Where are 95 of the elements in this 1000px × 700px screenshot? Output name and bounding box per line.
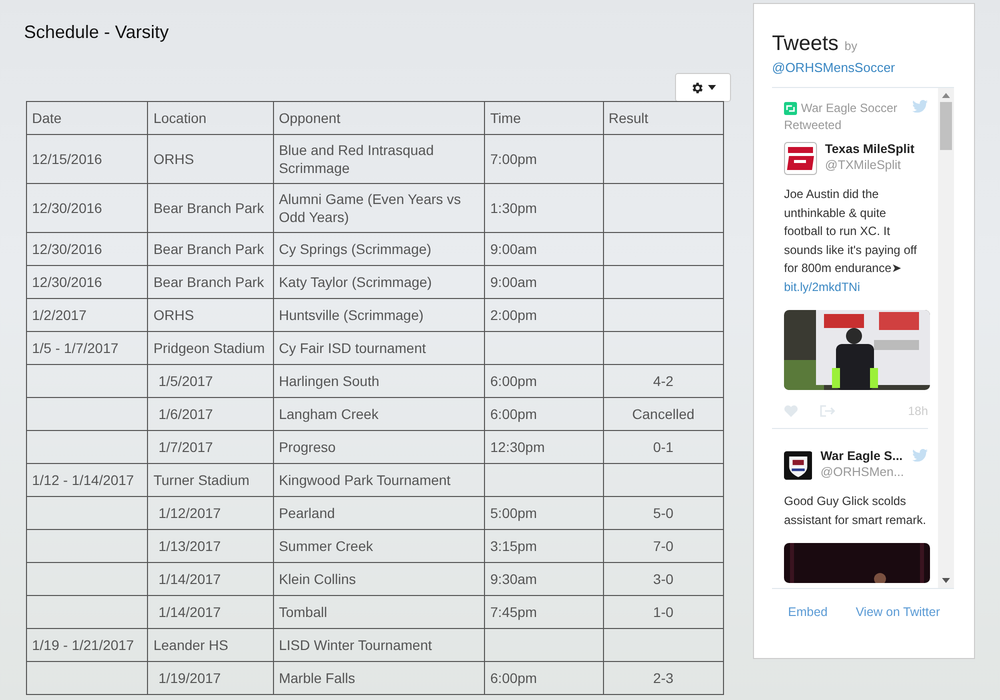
author-name[interactable]: War Eagle S... [820, 449, 904, 463]
table-cell: Cy Springs (Scrimmage) [278, 241, 432, 257]
table-cell: Cy Fair ISD tournament [278, 340, 426, 356]
heart-icon[interactable] [784, 405, 798, 417]
table-cell: 1/2/2017 [32, 307, 86, 323]
by-label: by [844, 39, 858, 53]
shield-logo-icon [784, 449, 812, 482]
table-cell: Huntsville (Scrimmage) [278, 307, 424, 323]
table-cell: Summer Creek [278, 538, 373, 554]
scrollbar[interactable] [938, 88, 954, 588]
tweet-text: Good Guy Glick scolds assistant for smart remark. [784, 493, 928, 528]
table-cell: 7:45pm [490, 604, 537, 620]
table-cell: 5-0 [653, 505, 674, 521]
table-cell: 6:00pm [490, 670, 537, 686]
footer-link[interactable]: Embed [788, 605, 828, 619]
table-cell: ORHS [153, 307, 194, 323]
table-cell: 2-3 [653, 670, 674, 686]
column-header: Result [603, 102, 724, 134]
table-cell: 1/12 - 1/14/2017 [32, 472, 134, 488]
table-cell: 1/14/2017 [158, 571, 221, 587]
table-cell: Bear Branch Park [153, 200, 264, 216]
table-cell: Klein Collins [278, 571, 356, 587]
table-cell: Bear Branch Park [153, 241, 264, 257]
table-cell: Langham Creek [278, 406, 378, 422]
widget-title: Tweets [772, 32, 839, 56]
table-cell: 1/19 - 1/21/2017 [32, 637, 134, 653]
table-cell: 1/14/2017 [158, 604, 221, 620]
table-cell: 7:00pm [490, 151, 537, 167]
table-cell: Turner Stadium [153, 472, 250, 488]
table-cell: 9:30am [490, 571, 537, 587]
table-cell: 9:00am [490, 241, 537, 257]
table-cell: Blue and Red Intrasquad Scrimmage [278, 142, 434, 176]
table-cell: Pearland [278, 505, 335, 521]
table-cell: 12/30/2016 [32, 241, 102, 257]
table-cell: 9:00am [490, 274, 537, 290]
table-cell: 12/30/2016 [32, 200, 102, 216]
table-cell: 5:00pm [490, 505, 537, 521]
table-cell: ORHS [153, 151, 194, 167]
author-name[interactable]: Texas MileSplit [825, 142, 914, 156]
footer-link[interactable]: View on Twitter [856, 605, 940, 619]
retweeted-by: War Eagle Soccer [801, 100, 898, 117]
column-header: Location [148, 102, 274, 134]
table-cell: 2:00pm [490, 307, 537, 323]
table-cell: 1/13/2017 [158, 538, 221, 554]
author-handle[interactable]: @TXMileSplit [825, 158, 914, 172]
table-cell: Kingwood Park Tournament [278, 472, 451, 488]
logo-icon [784, 142, 817, 175]
page-title: Schedule - Varsity [24, 22, 170, 43]
table-cell: 1/12/2017 [158, 505, 221, 521]
table-cell: Progreso [278, 439, 336, 455]
bird-icon [912, 449, 928, 462]
retweet-icon [784, 102, 797, 115]
table-cell: 3-0 [653, 571, 674, 587]
table-cell: 0-1 [653, 439, 674, 455]
table-cell: 1/19/2017 [158, 670, 221, 686]
author-handle[interactable]: @ORHSMen... [820, 465, 904, 479]
table-cell: Harlingen South [278, 373, 380, 389]
caret-icon [708, 85, 716, 90]
column-header: Opponent [273, 102, 485, 134]
column-header: Time [484, 102, 604, 134]
table-cell: 12/15/2016 [32, 151, 102, 167]
table-cell: Pridgeon Stadium [153, 340, 265, 356]
table-cell: 6:00pm [490, 406, 537, 422]
table-cell: 1/6/2017 [158, 406, 213, 422]
bird-icon [912, 100, 928, 113]
table-cell: 12/30/2016 [32, 274, 102, 290]
table-cell: Cancelled [632, 406, 694, 422]
column-header: Date [26, 102, 148, 134]
table-cell: Tomball [278, 604, 328, 620]
retweeted-label: Retweeted [784, 118, 842, 132]
table-cell: 6:00pm [490, 373, 537, 389]
account-link[interactable]: @ORHSMensSoccer [772, 60, 954, 75]
table-cell: Alumni Game (Even Years vs Odd Years) [278, 191, 461, 225]
table-cell: 4-2 [653, 373, 674, 389]
scroll-thumb[interactable] [940, 102, 952, 150]
table-cell: 1/7/2017 [158, 439, 213, 455]
table-cell: 1/5/2017 [158, 373, 213, 389]
settings-icon [690, 80, 704, 94]
table-cell: 1-0 [653, 604, 674, 620]
table-cell: LISD Winter Tournament [278, 637, 432, 653]
scroll-down-icon[interactable] [942, 578, 950, 583]
table-cell: 7-0 [653, 538, 674, 554]
table-cell: Leander HS [153, 637, 228, 653]
tweet-text: Joe Austin did the unthinkable & quite football to run XC. It sounds like it's paying off for 800m endurance➤ bit.ly/2mkdTNi [784, 185, 928, 296]
table-cell: 1/5 - 1/7/2017 [32, 340, 118, 356]
settings-button[interactable] [675, 73, 731, 102]
tweet-link[interactable]: bit.ly/2mkdTNi [784, 278, 860, 296]
table-cell: 3:15pm [490, 538, 537, 554]
scroll-up-icon[interactable] [942, 93, 950, 98]
table-cell: Katy Taylor (Scrimmage) [278, 274, 432, 290]
share-icon[interactable] [820, 405, 835, 417]
table-cell: Bear Branch Park [153, 274, 264, 290]
table-cell: 12:30pm [490, 439, 545, 455]
table-cell: Marble Falls [278, 670, 356, 686]
table-cell: 1:30pm [490, 200, 537, 216]
